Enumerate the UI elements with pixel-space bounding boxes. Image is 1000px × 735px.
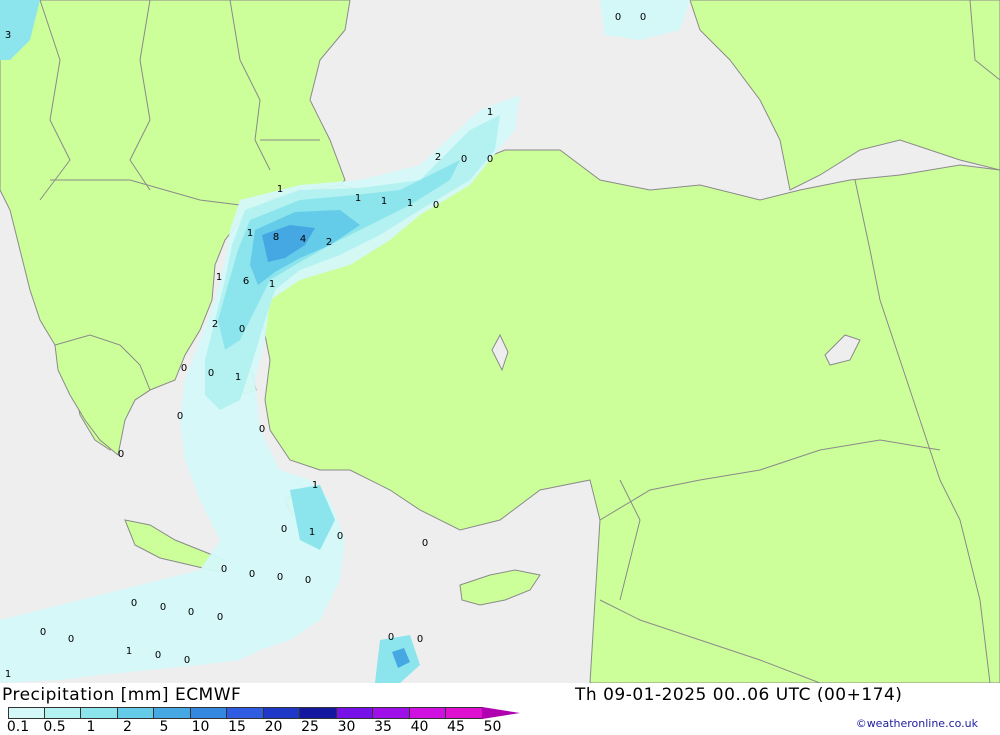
precip-value-label: 0 xyxy=(188,607,194,618)
precip-value-label: 1 xyxy=(381,196,387,207)
precip-value-label: 1 xyxy=(216,272,222,283)
precip-value-label: 1 xyxy=(309,527,315,538)
precip-value-label: 0 xyxy=(181,363,187,374)
precip-value-label: 4 xyxy=(300,234,306,245)
precip-value-label: 1 xyxy=(235,372,241,383)
precip-value-label: 1 xyxy=(312,480,318,491)
precip-value-label: 0 xyxy=(184,655,190,666)
precip-value-label: 1 xyxy=(247,228,253,239)
precip-value-label: 0 xyxy=(131,598,137,609)
legend-swatch xyxy=(190,707,227,719)
legend-swatch xyxy=(446,707,483,719)
legend-swatch xyxy=(300,707,337,719)
precip-value-label: 0 xyxy=(259,424,265,435)
precip-value-label: 0 xyxy=(277,572,283,583)
map-canvas: 3 0 0 1 2 0 0 1 1 1 1 0 1 8 4 2 1 6 1 2 0 0 0 1 0 0 0 1 0 1 0 0 0 0 0 0 0 0 0 0… xyxy=(0,0,1000,683)
precip-value-label: 0 xyxy=(305,575,311,586)
precip-value-label: 0 xyxy=(40,627,46,638)
legend-swatch xyxy=(154,707,191,719)
precip-value-label: 1 xyxy=(407,198,413,209)
credit-link[interactable]: ©weatheronline.co.uk xyxy=(856,717,978,730)
legend-arrow-tip xyxy=(482,707,520,719)
precip-value-label: 0 xyxy=(461,154,467,165)
precip-value-label: 0 xyxy=(68,634,74,645)
precip-value-label: 0 xyxy=(337,531,343,542)
chart-title: Precipitation [mm] ECMWF xyxy=(2,685,242,705)
legend-swatch xyxy=(81,707,118,719)
precip-value-label: 0 xyxy=(249,569,255,580)
precip-value-label: 2 xyxy=(435,152,441,163)
precip-value-label: 0 xyxy=(422,538,428,549)
precip-value-label: 0 xyxy=(221,564,227,575)
precip-value-label: 1 xyxy=(355,193,361,204)
precip-value-label: 0 xyxy=(433,200,439,211)
precip-value-label: 0 xyxy=(217,612,223,623)
legend-swatch xyxy=(44,707,81,719)
precip-value-label: 0 xyxy=(615,12,621,23)
precip-value-label: 8 xyxy=(273,232,279,243)
precip-value-label: 0 xyxy=(118,449,124,460)
precip-value-label: 1 xyxy=(487,107,493,118)
precip-value-label: 6 xyxy=(243,276,249,287)
precip-value-label: 0 xyxy=(487,154,493,165)
precip-value-label: 0 xyxy=(177,411,183,422)
legend-swatch xyxy=(409,707,446,719)
precip-value-label: 0 xyxy=(208,368,214,379)
legend-colorbar xyxy=(8,707,483,719)
legend-swatch xyxy=(336,707,373,719)
precip-value-label: 1 xyxy=(269,279,275,290)
precip-value-label: 2 xyxy=(212,319,218,330)
valid-time: Th 09-01-2025 00..06 UTC (00+174) xyxy=(575,685,903,705)
precip-value-label: 0 xyxy=(640,12,646,23)
precip-value-label: 1 xyxy=(5,669,11,680)
precip-value-label: 0 xyxy=(155,650,161,661)
legend-swatch xyxy=(117,707,154,719)
legend-swatch xyxy=(373,707,410,719)
legend-swatch xyxy=(227,707,264,719)
precip-value-label: 0 xyxy=(388,632,394,643)
precip-value-label: 0 xyxy=(281,524,287,535)
precip-value-label: 1 xyxy=(126,646,132,657)
precip-value-label: 0 xyxy=(417,634,423,645)
precip-value-label: 0 xyxy=(160,602,166,613)
precip-value-label: 0 xyxy=(239,324,245,335)
footer: Precipitation [mm] ECMWF Th 09-01-2025 0… xyxy=(0,683,1000,735)
precip-value-label: 2 xyxy=(326,237,332,248)
precip-value-label: 1 xyxy=(277,184,283,195)
legend-swatch xyxy=(8,707,45,719)
legend-swatch xyxy=(263,707,300,719)
weather-map: 3 0 0 1 2 0 0 1 1 1 1 0 1 8 4 2 1 6 1 2 0 0 0 1 0 0 0 1 0 1 0 0 0 0 0 0 0 0 0 0… xyxy=(0,0,1000,683)
precip-value-label: 3 xyxy=(5,30,11,41)
